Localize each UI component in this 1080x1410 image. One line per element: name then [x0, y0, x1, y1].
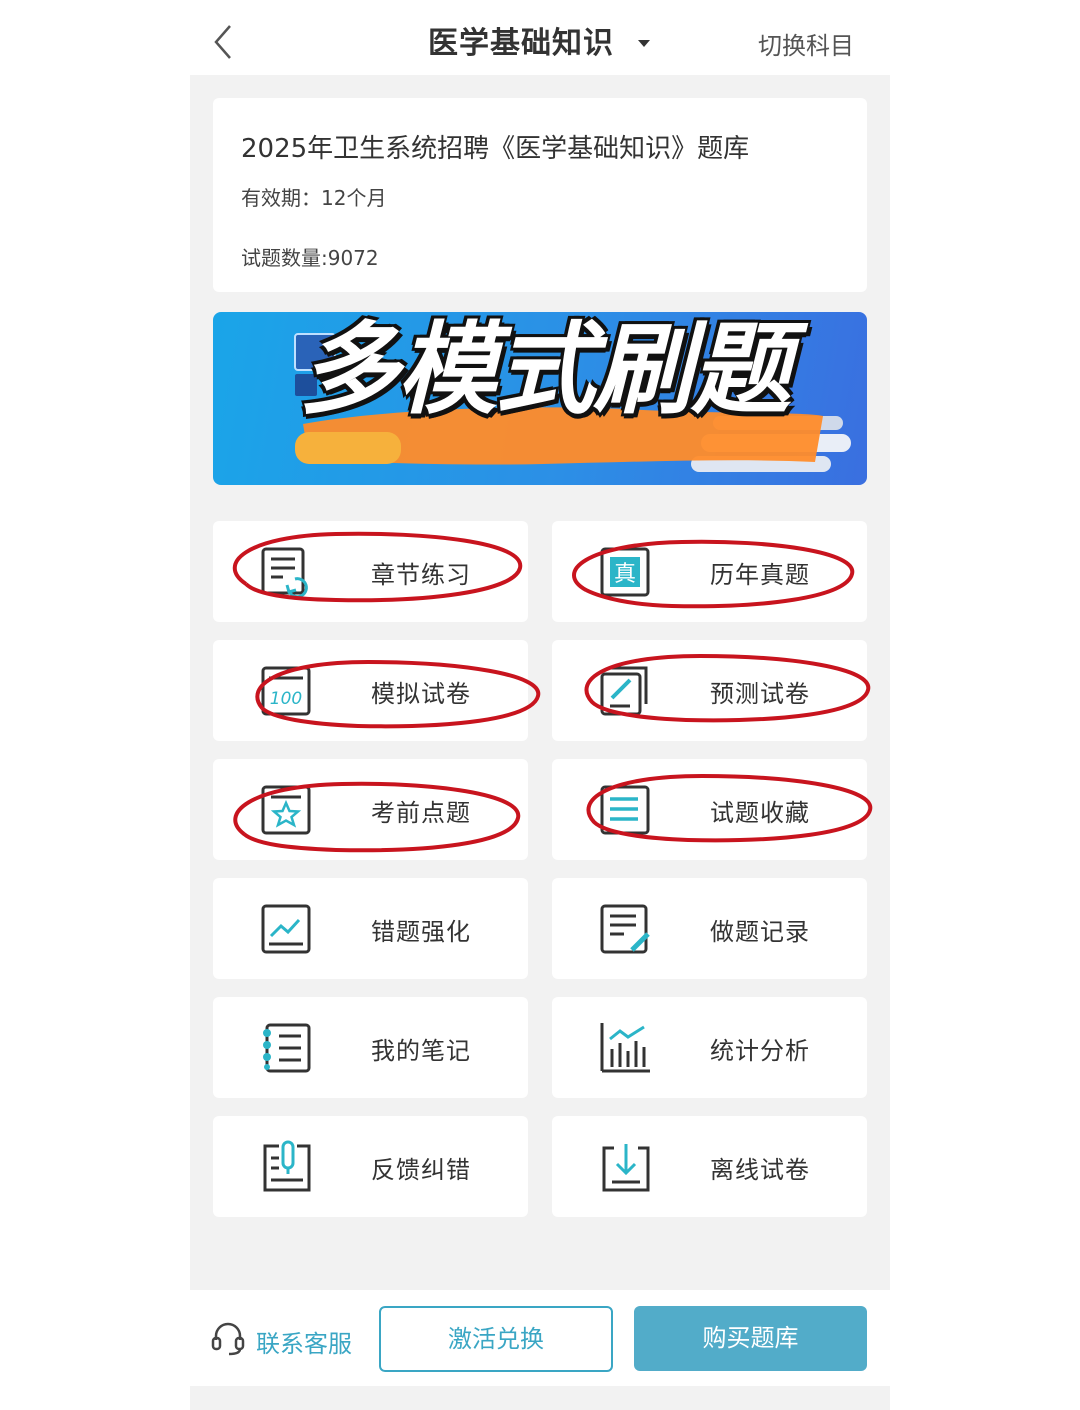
- menu-item-label: 反馈纠错: [371, 1156, 471, 1184]
- chapter-practice-icon: [261, 547, 308, 599]
- favorites-icon: [600, 785, 650, 835]
- menu-item-label: 章节练习: [371, 561, 471, 589]
- svg-text:100: 100: [270, 689, 302, 709]
- menu-item-label: 做题记录: [710, 918, 810, 946]
- past-exams-icon: 真: [600, 547, 650, 597]
- top-bar: 医学基础知识 切换科目: [190, 0, 890, 75]
- menu-item-label: 离线试卷: [710, 1156, 810, 1184]
- headset-icon: [211, 1322, 245, 1356]
- question-count-text: 试题数量:9072: [241, 246, 379, 270]
- bottom-strip: [190, 1386, 890, 1410]
- question-bank-info-card: 2025年卫生系统招聘《医学基础知识》题库 有效期：12个月 试题数量:9072: [213, 98, 867, 292]
- prediction-exam-icon: [600, 666, 648, 716]
- menu-item-favorites[interactable]: 试题收藏: [552, 759, 867, 860]
- menu-item-key-points[interactable]: 考前点题: [213, 759, 528, 860]
- practice-record-icon: [600, 904, 650, 954]
- menu-item-label: 预测试卷: [710, 680, 810, 708]
- menu-item-label: 错题强化: [371, 918, 471, 946]
- menu-item-label: 考前点题: [371, 799, 471, 827]
- key-points-icon: [261, 785, 311, 835]
- menu-item-mock-exam[interactable]: 100 模拟试卷: [213, 640, 528, 741]
- bottom-action-bar: 联系客服 激活兑换 购买题库: [190, 1290, 890, 1386]
- back-icon[interactable]: [204, 20, 240, 60]
- menu-item-label: 我的笔记: [371, 1037, 471, 1065]
- menu-item-chapter-practice[interactable]: 章节练习: [213, 521, 528, 622]
- page-title[interactable]: 医学基础知识: [428, 18, 614, 62]
- menu-item-label: 模拟试卷: [371, 680, 471, 708]
- svg-text:真: 真: [614, 562, 636, 587]
- promo-banner[interactable]: 多模式刷题: [213, 312, 867, 485]
- menu-item-label: 统计分析: [710, 1037, 810, 1065]
- menu-item-offline-exam[interactable]: 离线试卷: [552, 1116, 867, 1217]
- feedback-icon: [263, 1140, 311, 1192]
- menu-item-label: 试题收藏: [710, 799, 810, 827]
- chevron-down-icon[interactable]: [638, 40, 650, 47]
- banner-headline: 多模式刷题: [299, 312, 791, 428]
- contact-service-label: 联系客服: [256, 1330, 352, 1358]
- activate-redeem-button[interactable]: 激活兑换: [379, 1306, 613, 1372]
- wrong-questions-icon: [261, 904, 311, 954]
- statistics-icon: [600, 1023, 650, 1073]
- menu-item-wrong-questions[interactable]: 错题强化: [213, 878, 528, 979]
- menu-item-practice-record[interactable]: 做题记录: [552, 878, 867, 979]
- menu-item-past-exams[interactable]: 真 历年真题: [552, 521, 867, 622]
- menu-item-feedback[interactable]: 反馈纠错: [213, 1116, 528, 1217]
- offline-exam-icon: [602, 1144, 650, 1192]
- menu-item-notes[interactable]: 我的笔记: [213, 997, 528, 1098]
- notes-icon: [263, 1023, 311, 1073]
- menu-item-prediction-exam[interactable]: 预测试卷: [552, 640, 867, 741]
- buy-question-bank-button[interactable]: 购买题库: [634, 1306, 867, 1371]
- switch-subject-button[interactable]: 切换科目: [758, 26, 854, 61]
- menu-item-statistics[interactable]: 统计分析: [552, 997, 867, 1098]
- menu-item-label: 历年真题: [710, 561, 810, 589]
- mock-exam-icon: 100: [261, 666, 311, 716]
- validity-text: 有效期：12个月: [241, 186, 387, 210]
- question-bank-title: 2025年卫生系统招聘《医学基础知识》题库: [241, 134, 750, 164]
